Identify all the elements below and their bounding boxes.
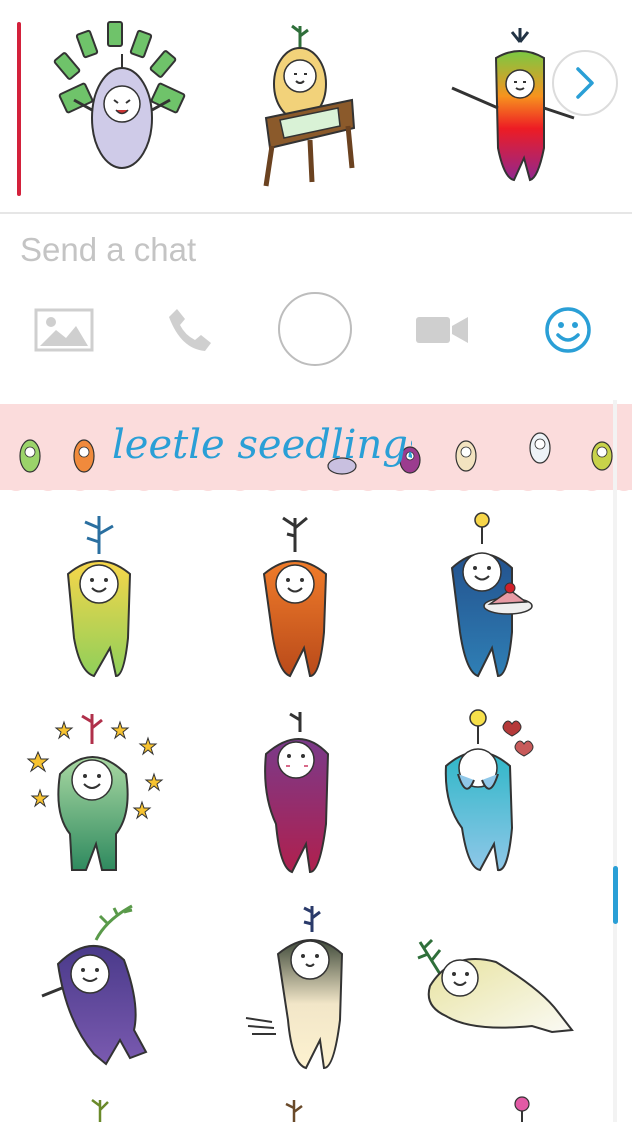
sticker-blue-seedling-cake[interactable] — [412, 508, 562, 683]
sticker-cream-seedling-lying[interactable] — [412, 920, 584, 1070]
sticker-teal-seedling-hearts[interactable] — [414, 704, 564, 879]
sticker-partial-flower[interactable] — [506, 1094, 538, 1122]
banner-wave — [0, 482, 632, 491]
chat-input[interactable] — [20, 226, 600, 274]
image-icon — [34, 308, 94, 352]
shutter-button[interactable] — [278, 292, 352, 366]
scrollbar-track[interactable] — [613, 400, 617, 1122]
sticker-indigo-seedling-waving[interactable] — [36, 900, 186, 1075]
sticker-partial-sprout-1[interactable] — [88, 1094, 112, 1122]
top-sticker-money[interactable] — [52, 18, 192, 190]
video-camera-icon — [416, 317, 468, 343]
call-button[interactable] — [150, 292, 230, 368]
pack-title: leetle seedlings — [112, 402, 428, 472]
sticker-orange-seedling[interactable] — [220, 508, 370, 683]
sticker-button[interactable] — [528, 292, 608, 368]
top-sticker-desk[interactable] — [240, 18, 380, 190]
sticker-partial-sprout-2[interactable] — [282, 1094, 306, 1122]
sticker-green-seedling-stars[interactable] — [24, 704, 174, 879]
phone-icon — [169, 309, 211, 351]
smiley-icon — [545, 307, 591, 353]
gallery-button[interactable] — [24, 292, 104, 368]
scrollbar-thumb[interactable] — [613, 866, 618, 924]
video-call-button[interactable] — [402, 292, 482, 368]
next-stickers-button[interactable] — [552, 50, 618, 116]
sticker-yellow-seedling[interactable] — [24, 508, 174, 683]
text-cursor — [17, 22, 21, 196]
chevron-right-icon — [576, 67, 594, 99]
pack-title-text: leetle seedlings — [112, 422, 412, 468]
sticker-purple-seedling-blush[interactable] — [222, 704, 372, 879]
sticker-olive-seedling-running[interactable] — [236, 900, 386, 1075]
